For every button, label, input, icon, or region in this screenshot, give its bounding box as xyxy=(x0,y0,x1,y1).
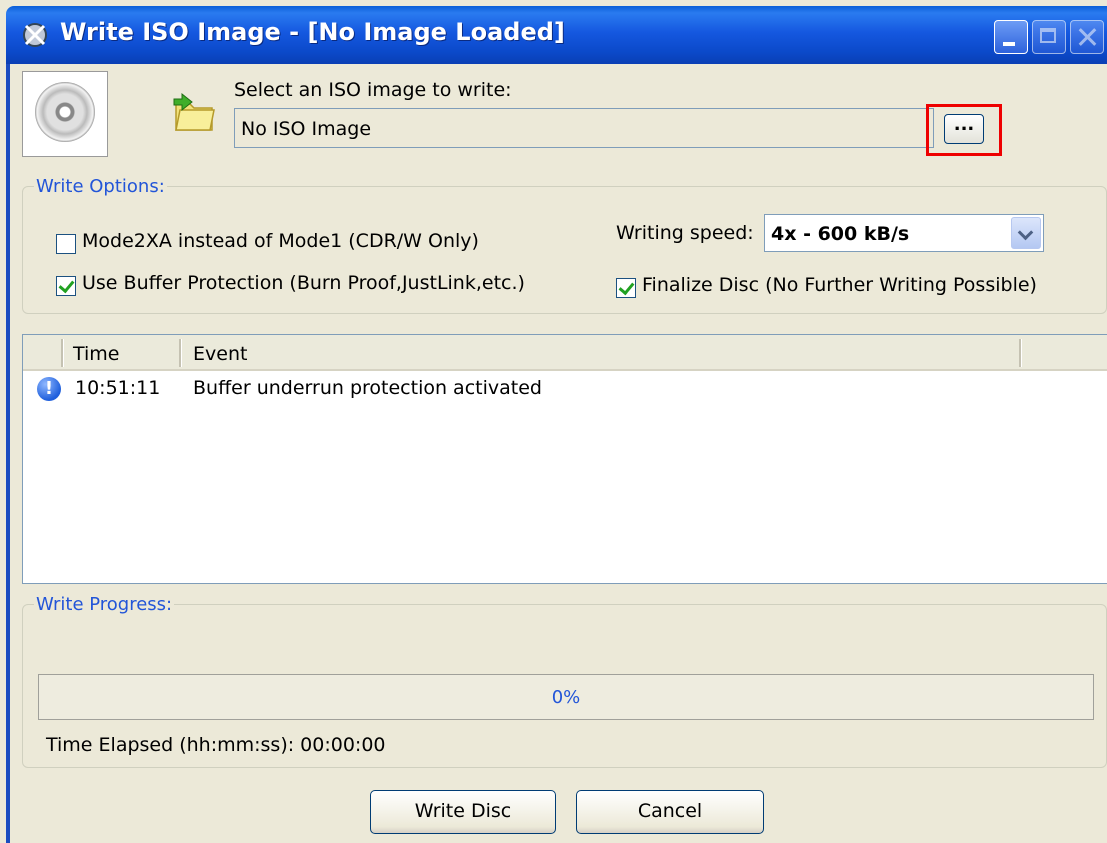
table-row[interactable]: ! 10:51:11 Buffer underrun protection ac… xyxy=(23,375,1107,403)
writing-speed-select[interactable]: 4x - 600 kB/s xyxy=(764,214,1044,252)
buffer-protection-label: Use Buffer Protection (Burn Proof,JustLi… xyxy=(82,272,525,294)
column-header-time[interactable]: Time xyxy=(73,343,120,365)
buffer-protection-checkbox[interactable] xyxy=(56,276,76,296)
event-log[interactable]: Time Event ! 10:51:11 Buffer underrun pr… xyxy=(22,334,1107,584)
log-header: Time Event xyxy=(23,335,1107,371)
mode2xa-checkbox[interactable] xyxy=(56,234,76,254)
column-divider[interactable] xyxy=(1019,339,1022,367)
window-frame xyxy=(6,64,10,843)
iso-path-field[interactable]: No ISO Image xyxy=(234,108,934,148)
select-iso-label: Select an ISO image to write: xyxy=(234,79,512,101)
info-icon: ! xyxy=(37,377,61,401)
title-bar[interactable]: Write ISO Image - [No Image Loaded] xyxy=(6,6,1107,64)
writing-speed-label: Writing speed: xyxy=(616,222,754,244)
column-divider[interactable] xyxy=(179,339,182,367)
minimize-button[interactable] xyxy=(994,20,1028,54)
maximize-button[interactable] xyxy=(1032,20,1066,54)
finalize-disc-checkbox[interactable] xyxy=(616,278,636,298)
time-elapsed: Time Elapsed (hh:mm:ss): 00:00:00 xyxy=(46,734,386,756)
column-divider[interactable] xyxy=(61,339,64,367)
disc-image-box xyxy=(22,71,108,157)
cancel-button[interactable]: Cancel xyxy=(576,790,764,834)
highlight-box xyxy=(926,104,1002,156)
open-folder-icon xyxy=(173,92,215,131)
log-event: Buffer underrun protection activated xyxy=(193,377,542,399)
progress-percent: 0% xyxy=(551,687,581,708)
chevron-down-icon[interactable] xyxy=(1011,217,1041,249)
progress-bar: 0% xyxy=(38,674,1094,720)
writing-speed-value: 4x - 600 kB/s xyxy=(771,223,910,245)
finalize-disc-label: Finalize Disc (No Further Writing Possib… xyxy=(642,274,1037,296)
window-title: Write ISO Image - [No Image Loaded] xyxy=(60,18,565,46)
disc-icon xyxy=(35,82,95,142)
write-options-legend: Write Options: xyxy=(34,176,167,197)
app-icon xyxy=(23,23,47,47)
mode2xa-label: Mode2XA instead of Mode1 (CDR/W Only) xyxy=(82,230,479,252)
close-button[interactable] xyxy=(1070,20,1104,54)
write-progress-legend: Write Progress: xyxy=(34,594,175,615)
log-time: 10:51:11 xyxy=(75,377,161,399)
column-header-event[interactable]: Event xyxy=(193,343,247,365)
write-disc-button[interactable]: Write Disc xyxy=(370,790,556,834)
